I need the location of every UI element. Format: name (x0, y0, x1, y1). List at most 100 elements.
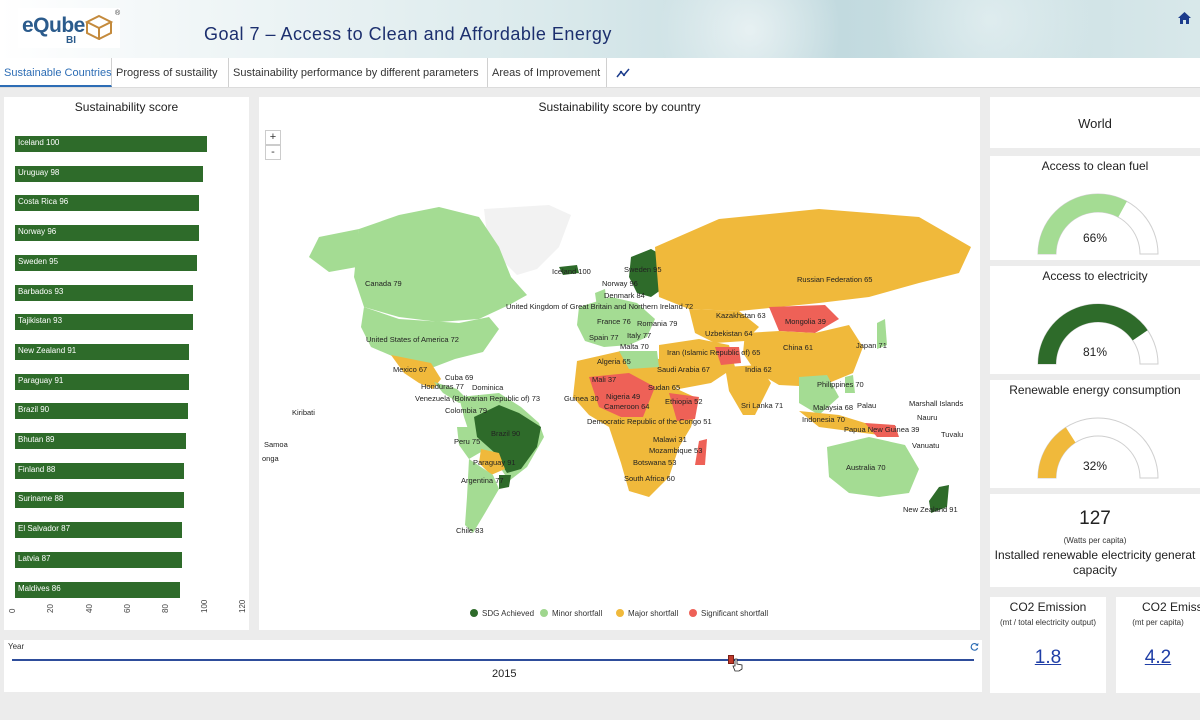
legend-swatch (689, 609, 697, 617)
map-country-label: Paraguay 91 (473, 458, 516, 467)
map-country-label: Ethiopia 52 (665, 397, 703, 406)
year-label: Year (8, 642, 25, 651)
map-country-label: Malta 70 (620, 342, 649, 351)
score-bar-label: New Zealand 91 (18, 345, 77, 355)
map-country-label: Philippines 70 (817, 380, 864, 389)
map-country-label: Uzbekistan 64 (705, 329, 753, 338)
score-bar[interactable]: Costa Rica 96 (15, 195, 199, 212)
refresh-icon[interactable] (970, 642, 979, 651)
map-country-label: Italy 77 (627, 331, 652, 340)
world-label: World (1078, 116, 1112, 131)
map-country-label: Vanuatu (912, 441, 940, 450)
legend-label: SDG Achieved (482, 609, 535, 618)
score-axis-tick: 100 (199, 599, 209, 613)
year-slider-track[interactable] (12, 659, 974, 661)
score-bar-label: El Salvador 87 (18, 524, 71, 534)
tab-performance-by-parameters[interactable]: Sustainability performance by different … (229, 58, 488, 87)
home-icon[interactable] (1178, 12, 1191, 24)
score-bar[interactable]: Paraguay 91 (15, 373, 190, 390)
map-country-label: France 76 (597, 317, 631, 326)
legend-item[interactable]: Major shortfall (616, 609, 678, 618)
score-bar-label: Latvia 87 (18, 553, 51, 563)
score-bar[interactable]: Barbados 93 (15, 284, 194, 301)
legend-label: Significant shortfall (701, 609, 769, 618)
map-country-label: China 61 (783, 343, 814, 352)
legend-item[interactable]: Significant shortfall (689, 609, 768, 618)
score-bar[interactable]: Finland 88 (15, 462, 184, 479)
map-country-label: Russian Federation 65 (797, 275, 873, 284)
score-bar-label: Barbados 93 (18, 286, 64, 296)
map-country-label: Kazakhstan 63 (716, 311, 766, 320)
score-bar-label: Iceland 100 (18, 138, 60, 147)
eqube-logo: eQube BI ® (18, 8, 120, 48)
score-bar-label: Tajikistan 93 (18, 316, 63, 326)
score-bar[interactable]: New Zealand 91 (15, 343, 190, 360)
renewable-value: 32% (1082, 459, 1108, 473)
map-country-label: Argentina 77 (461, 476, 504, 485)
co2-electricity-value[interactable]: 1.8 (990, 647, 1106, 669)
score-bar[interactable]: Tajikistan 93 (15, 314, 194, 331)
co2-electricity-unit: (mt / total electricity output) (999, 618, 1097, 627)
map-panel: Sustainability score by country + - Icel… (259, 97, 980, 630)
map-country-label: Palau (857, 401, 877, 410)
tab-progress-of-sustainability[interactable]: Progress of sustaility (112, 58, 229, 87)
co2-capita-value[interactable]: 4.2 (1116, 647, 1200, 669)
tab-sustainable-countries[interactable]: Sustainable Countries (0, 58, 112, 87)
score-axis-tick: 120 (238, 599, 247, 613)
legend-label: Minor shortfall (552, 609, 603, 618)
score-bar[interactable]: Bhutan 89 (15, 433, 186, 449)
map-country-label: United States of America 72 (366, 335, 459, 344)
score-bar[interactable]: Latvia 87 (15, 551, 182, 568)
score-bar[interactable]: Brazil 90 (15, 403, 188, 420)
logo-bi: BI (66, 35, 76, 46)
map-country-label: Mozambique 53 (649, 446, 703, 455)
tab-bar: Sustainable Countries Progress of sustai… (0, 58, 1200, 88)
capacity-card: 127 (Watts per capita) Installed renewab… (990, 494, 1200, 587)
map-country-label: Saudi Arabia 67 (657, 365, 710, 374)
alaska-region[interactable] (309, 229, 359, 272)
legend-item[interactable]: SDG Achieved (470, 609, 534, 618)
score-axis-tick: 20 (46, 604, 56, 613)
map-country-label: Peru 75 (454, 437, 481, 446)
score-bar[interactable]: Norway 96 (15, 225, 199, 242)
score-bar-label: Costa Rica 96 (18, 197, 69, 207)
map-country-label: Sweden 95 (624, 265, 662, 274)
capacity-unit: (Watts per capita) (1063, 536, 1127, 545)
score-bar[interactable]: Iceland 100 (15, 136, 207, 152)
map-country-label: Canada 79 (365, 279, 402, 288)
map-country-label: Botswana 53 (633, 458, 677, 467)
map-country-label: Chile 83 (456, 526, 484, 535)
score-bar-label: Paraguay 91 (18, 375, 64, 385)
trend-chart-icon[interactable] (616, 67, 630, 78)
map-country-label: Denmark 84 (604, 291, 645, 300)
map-country-label: Mali 37 (592, 375, 617, 384)
map-country-label: Mexico 67 (393, 365, 428, 374)
map-country-label: Mongolia 39 (785, 317, 826, 326)
legend-swatch (616, 609, 624, 617)
score-bar[interactable]: Maldives 86 (15, 581, 180, 598)
map-country-label: onga (262, 454, 279, 463)
legend-item[interactable]: Minor shortfall (540, 609, 602, 618)
score-bar[interactable]: El Salvador 87 (15, 522, 182, 539)
score-bar-label: Uruguay 98 (18, 167, 60, 177)
logo-registered: ® (115, 10, 121, 17)
cube-logo-icon (84, 14, 114, 40)
score-bar[interactable]: Sweden 95 (15, 254, 198, 271)
gauge-fill (1038, 194, 1127, 254)
map-country-label: Sudan 65 (648, 383, 681, 392)
map-country-label: Nigeria 49 (606, 392, 641, 401)
map-country-label: Tuvalu (941, 430, 964, 439)
map-country-label: Algeria 65 (597, 357, 631, 366)
map-country-label: Malaysia 68 (813, 403, 854, 412)
map-country-label: Marshall Islands (909, 399, 964, 408)
renewable-card: Renewable energy consumption 32% (990, 380, 1200, 488)
score-bar[interactable]: Uruguay 98 (15, 165, 203, 182)
score-bar-label: Brazil 90 (18, 405, 50, 415)
map-country-label: Honduras 77 (421, 382, 464, 391)
score-bar[interactable]: Suriname 88 (15, 492, 184, 509)
russia-region[interactable] (655, 209, 971, 311)
clean-fuel-card: Access to clean fuel 66% (990, 156, 1200, 260)
tab-areas-of-improvement[interactable]: Areas of Improvement (488, 58, 607, 87)
world-card: World (990, 97, 1200, 148)
app-header: eQube BI ® Goal 7 – Access to Clean and … (0, 0, 1200, 58)
